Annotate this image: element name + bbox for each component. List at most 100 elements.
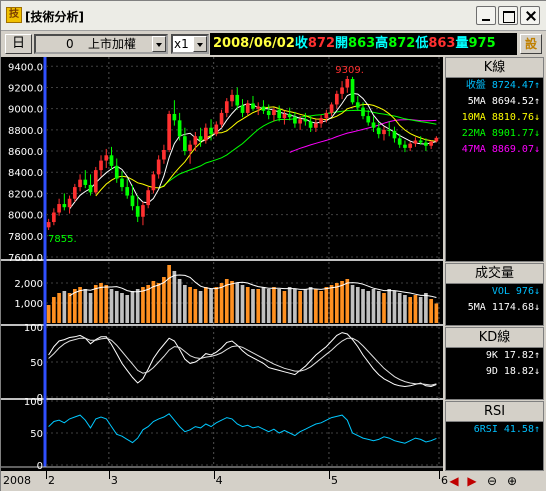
candle-body	[57, 204, 61, 213]
candle-body	[371, 122, 376, 128]
period-button[interactable]: 日	[5, 34, 32, 54]
volume-bar	[329, 285, 334, 323]
kd-title[interactable]: KD線	[446, 328, 543, 348]
volume-bar	[57, 293, 61, 323]
candle-body	[183, 136, 187, 152]
candle-body	[350, 79, 355, 103]
candle-body	[88, 184, 93, 193]
chevron-down-icon[interactable]	[152, 36, 166, 52]
month-label: 6	[441, 474, 448, 487]
volume-bar	[345, 279, 350, 323]
volume-bar	[188, 287, 192, 323]
volume-bar	[366, 291, 371, 323]
candle-body	[355, 102, 360, 108]
volume-bar	[172, 271, 177, 323]
price-tick-label: 9400.0	[8, 62, 43, 73]
zoom-in-icon[interactable]: ⊕	[505, 473, 519, 489]
kd-tick-label: 50	[30, 358, 43, 369]
zoom-select[interactable]: x1	[171, 34, 209, 54]
candle-body	[193, 136, 198, 145]
ma10-line	[95, 103, 437, 197]
volume-bar	[266, 289, 271, 323]
candle-body	[104, 155, 109, 161]
volume-bar	[434, 303, 439, 323]
volume-bar	[424, 293, 428, 323]
month-label: 5	[330, 474, 338, 487]
vol-value: 975	[468, 36, 496, 51]
candle-body	[319, 118, 323, 124]
candle-body	[62, 204, 67, 208]
chart-svg[interactable]: 9400.0 9200.0 9000.0 8800.0 8600.0 8400.0 8200…	[1, 57, 443, 471]
volume-bar	[371, 289, 376, 323]
kd-row: 9D 18.82↓	[485, 366, 540, 377]
title-bar[interactable]: 技 [技術分析]	[1, 1, 546, 31]
info-panel: K線 收盤 8724.47↑ 5MA 8694.52↑ 10MA 8810.76↓ 2…	[443, 57, 546, 471]
candle-body	[130, 195, 135, 207]
candle-body	[120, 178, 124, 188]
volume-tick-label: 1,000	[14, 299, 43, 310]
candle-body	[67, 198, 72, 208]
kd-rows: 9K 17.82↑ 9D 18.82↓	[446, 348, 543, 380]
candle-body	[277, 109, 282, 119]
settings-button[interactable]: 設	[520, 34, 542, 54]
volume-bar	[277, 289, 282, 323]
k-line-title[interactable]: K線	[446, 58, 543, 78]
volume-bar	[403, 295, 407, 323]
app-icon: 技	[6, 7, 22, 23]
toolbar: 日 0 上市加權 x1 2008/06/02收872開863高872低863量9…	[1, 31, 546, 57]
volume-row: VOL 976↓	[491, 286, 540, 297]
zoom-value: x1	[174, 37, 189, 51]
volume-bar	[72, 289, 77, 323]
candle-body	[224, 101, 229, 113]
kd-info: KD線 9K 17.82↑ 9D 18.82↓	[445, 327, 544, 400]
candle-body	[203, 127, 208, 141]
candle-body	[303, 119, 308, 122]
volume-title[interactable]: 成交量	[446, 264, 543, 284]
month-label: 4	[215, 474, 223, 487]
open-value: 863	[348, 36, 376, 51]
candle-body	[177, 120, 182, 137]
candle-body	[324, 112, 329, 119]
chevron-down-icon[interactable]	[193, 36, 207, 52]
close-label: 收	[294, 36, 308, 51]
max-price-label: 9309.	[335, 65, 364, 76]
low-value: 863	[428, 36, 456, 51]
month-tick	[328, 471, 330, 479]
volume-bar	[397, 293, 402, 323]
volume-bar	[256, 289, 261, 323]
volume-bar	[203, 287, 208, 323]
volume-bar	[46, 305, 51, 323]
candle-body	[261, 106, 266, 111]
volume-bar	[361, 289, 365, 323]
zoom-out-icon[interactable]: ⊖	[485, 473, 499, 489]
volume-bar	[198, 291, 203, 323]
candle-body	[293, 117, 297, 124]
close-button[interactable]	[520, 6, 540, 25]
price-tick-label: 9000.0	[8, 105, 43, 116]
candle-body	[418, 140, 423, 143]
volume-bar	[193, 289, 198, 323]
scroll-left-icon[interactable]: ◀	[447, 473, 461, 489]
month-tick	[108, 471, 110, 479]
volume-bar	[408, 297, 413, 323]
candle-body	[198, 136, 203, 141]
candle-body	[135, 206, 140, 217]
stock-select[interactable]: 0 上市加權	[34, 34, 168, 54]
minimize-button[interactable]	[476, 6, 496, 25]
volume-bar	[293, 289, 297, 323]
k-line	[48, 332, 437, 388]
candle-body	[382, 129, 386, 135]
candle-body	[146, 190, 151, 206]
rsi-title[interactable]: RSI	[446, 402, 543, 422]
candle-body	[245, 103, 250, 113]
volume-bar	[219, 283, 224, 323]
month-tick	[213, 471, 215, 479]
candle-body	[209, 127, 213, 135]
volume-bar	[93, 285, 98, 323]
chart-area[interactable]: 9400.0 9200.0 9000.0 8800.0 8600.0 8400.0 8200…	[1, 57, 443, 471]
candle-body	[429, 141, 433, 146]
candle-body	[334, 93, 339, 105]
rsi-line	[48, 413, 437, 444]
maximize-button[interactable]	[498, 6, 518, 25]
scroll-right-icon[interactable]: ▶	[465, 473, 479, 489]
